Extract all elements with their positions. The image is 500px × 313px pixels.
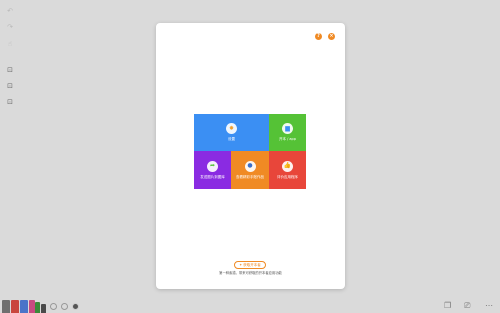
gift-icon: ✦	[239, 263, 243, 267]
footer-note: 第一种素描，带来可获取的开本者应用功能	[219, 271, 282, 275]
pages-icon[interactable]: ❐	[444, 302, 451, 310]
tile-share[interactable]: ➦ 发送图片到图库	[194, 151, 231, 189]
invite-label: 获取开本者	[243, 262, 261, 267]
eraser[interactable]	[41, 304, 46, 313]
pen-green[interactable]	[35, 302, 40, 313]
circle-outline-icon[interactable]	[61, 303, 68, 310]
feature-grid: ✸ 设置 ▆ 开本 / app ➦ 发送图片到图库 ● 查看精彩手账作品 👍 评…	[194, 114, 306, 189]
help-icon[interactable]: ?	[315, 33, 322, 40]
tile-gallery[interactable]: ● 查看精彩手账作品	[231, 151, 269, 189]
cast-icon[interactable]: ⎚	[464, 302, 470, 310]
thumb-up-icon: 👍	[282, 160, 293, 172]
tile-rate[interactable]: 👍 评价应用程序	[269, 151, 306, 189]
redo-icon[interactable]: ↷	[4, 22, 16, 32]
invite-button[interactable]: ✦ 获取开本者	[234, 261, 266, 269]
gear-icon: ✸	[226, 123, 237, 135]
book-icon: ▆	[282, 123, 293, 135]
feature-dialog: ? × ✸ 设置 ▆ 开本 / app ➦ 发送图片到图库 ● 查看精彩手账作品…	[156, 23, 345, 289]
lock-icon[interactable]: ⊡	[4, 65, 16, 75]
tile-label: 评价应用程序	[277, 174, 298, 179]
tile-label: 发送图片到图库	[200, 174, 225, 179]
pen-gray[interactable]	[2, 300, 10, 313]
pen-red[interactable]	[11, 300, 19, 313]
more-icon[interactable]: ⋯	[485, 302, 493, 310]
lock-icon[interactable]: ⊡	[4, 97, 16, 107]
tile-app[interactable]: ▆ 开本 / app	[269, 114, 306, 151]
bottom-right-toolbar: ❐ ⎚ ⋯	[440, 300, 500, 310]
tile-settings[interactable]: ✸ 设置	[194, 114, 269, 151]
tile-label: 查看精彩手账作品	[236, 174, 264, 179]
circle-outline-icon[interactable]	[50, 303, 57, 310]
share-icon: ➦	[207, 160, 218, 172]
color-dot-icon[interactable]	[72, 303, 79, 310]
pen-tray	[2, 299, 92, 313]
pointer-icon[interactable]: ☝	[4, 39, 16, 49]
pen-blue[interactable]	[20, 300, 28, 313]
cat-icon: ●	[244, 160, 256, 172]
undo-icon[interactable]: ↶	[4, 6, 16, 16]
lock-icon[interactable]: ⊡	[4, 81, 16, 91]
tile-label: 开本 / app	[279, 137, 296, 142]
tile-label: 设置	[228, 137, 235, 142]
close-icon[interactable]: ×	[328, 33, 335, 40]
